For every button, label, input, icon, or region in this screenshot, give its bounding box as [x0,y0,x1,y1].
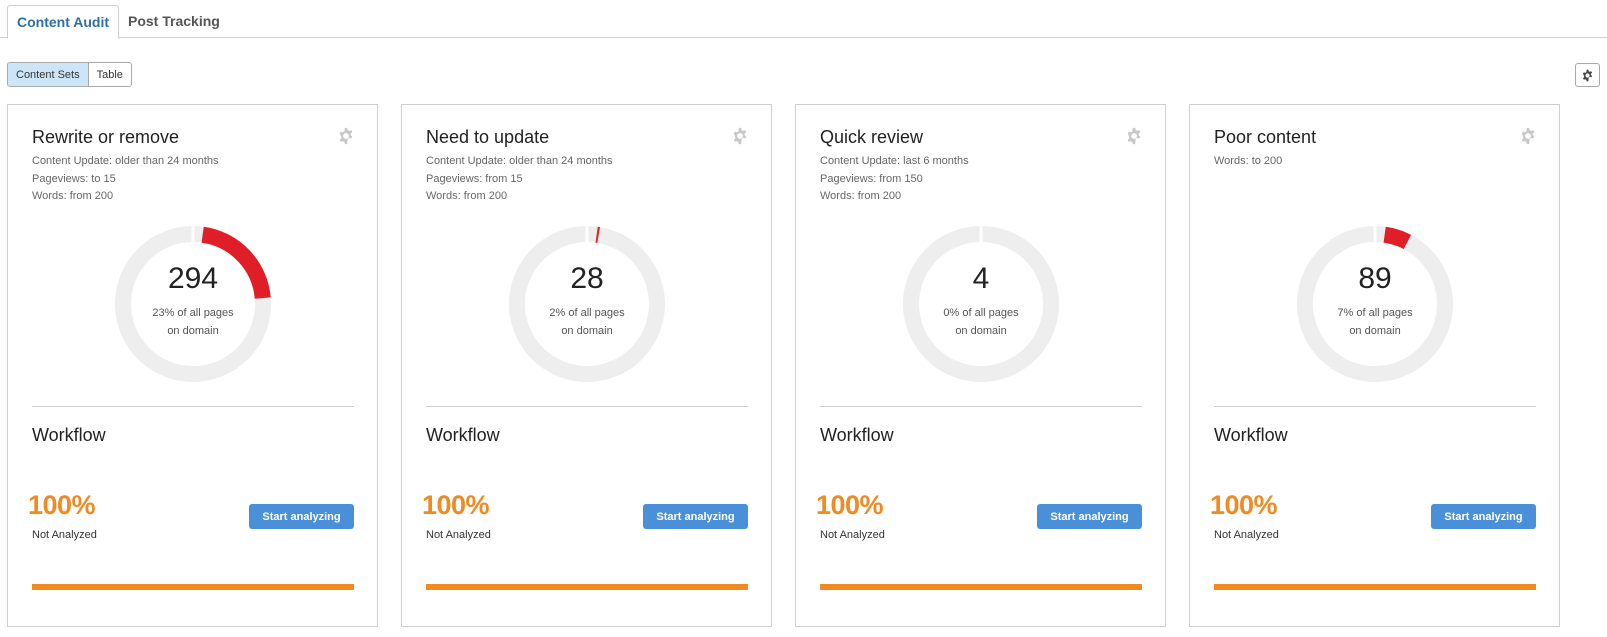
pages-share-label: 7% of all pages on domain [1297,304,1453,340]
gear-icon [1582,69,1593,81]
tab-post-tracking[interactable]: Post Tracking [119,5,229,38]
criteria-list: Content Update: older than 24 months Page… [426,153,613,206]
divider [1214,406,1536,407]
workflow-title: Workflow [32,425,106,445]
content-set-card-2: Quick review Content Update: last 6 mont… [795,104,1166,627]
pages-share-label: 0% of all pages on domain [903,304,1059,340]
workflow-progress-bar [426,584,748,590]
criteria-list: Content Update: last 6 months Pageviews: … [820,153,969,206]
workflow-status: Not Analyzed [1214,529,1279,541]
workflow-progress-bar [32,584,354,590]
view-toggle: Content Sets Table [7,62,132,87]
settings-button[interactable] [1575,63,1600,87]
share-donut-chart: 4 0% of all pages on domain [903,226,1059,382]
criteria-item: Pageviews: to 15 [32,172,116,185]
workflow-title: Workflow [426,425,500,445]
criteria-item: Words: to 200 [1214,155,1283,167]
start-analyzing-button[interactable]: Start analyzing [1037,504,1142,529]
workflow-title: Workflow [820,425,894,445]
share-donut-chart: 28 2% of all pages on domain [509,226,665,382]
pages-share-line: on domain [561,325,613,337]
criteria-item: Content Update: last 6 months [820,155,969,167]
workflow-percent: 100% [816,490,884,520]
gear-icon[interactable] [337,127,355,145]
criteria-item: Pageviews: from 15 [426,172,523,185]
criteria-item: Content Update: older than 24 months [426,155,613,167]
pages-count: 4 [972,262,990,295]
workflow-title: Workflow [1214,425,1288,445]
pages-share-line: on domain [1349,325,1401,337]
workflow-status: Not Analyzed [426,529,491,541]
criteria-item: Words: from 200 [32,190,114,202]
pages-share-line: 7% of all pages [1337,307,1413,319]
workflow-status: Not Analyzed [820,529,885,541]
divider [426,406,748,407]
criteria-list: Words: to 200 [1214,153,1282,171]
workflow-progress-bar [820,584,1142,590]
gear-icon[interactable] [1519,127,1537,145]
share-donut-chart: 89 7% of all pages on domain [1297,226,1453,382]
pages-count: 89 [1358,262,1392,295]
content-set-card-1: Need to update Content Update: older tha… [401,104,772,627]
pages-share-line: on domain [167,325,219,337]
tab-bar: Content Audit Post Tracking [0,0,1607,39]
workflow-status: Not Analyzed [32,529,97,541]
card-title: Need to update [426,127,550,147]
start-analyzing-button[interactable]: Start analyzing [1431,504,1536,529]
start-analyzing-button[interactable]: Start analyzing [643,504,748,529]
workflow-percent: 100% [422,490,490,520]
pages-count: 28 [570,262,604,295]
content-set-card-0: Rewrite or remove Content Update: older … [7,104,378,627]
workflow-progress-bar [1214,584,1536,590]
pages-share-label: 23% of all pages on domain [115,304,271,340]
criteria-item: Words: from 200 [426,190,508,202]
criteria-list: Content Update: older than 24 months Page… [32,153,219,206]
share-donut-chart: 294 23% of all pages on domain [115,226,271,382]
gear-icon[interactable] [731,127,749,145]
content-set-card-3: Poor content Words: to 200 89 7% of all … [1189,104,1560,627]
pages-share-line: 0% of all pages [943,307,1019,319]
content-sets-button[interactable]: Content Sets [8,63,89,86]
start-analyzing-button[interactable]: Start analyzing [249,504,354,529]
pages-count: 294 [167,262,219,295]
divider [820,406,1142,407]
pages-share-line: on domain [955,325,1007,337]
pages-share-label: 2% of all pages on domain [509,304,665,340]
card-title: Rewrite or remove [32,127,180,147]
donut-segment [1383,226,1412,250]
workflow-percent: 100% [1210,490,1278,520]
pages-share-line: 2% of all pages [549,307,625,319]
pages-share-line: 23% of all pages [152,307,234,319]
divider [32,406,354,407]
workflow-percent: 100% [28,490,96,520]
criteria-item: Pageviews: from 150 [820,172,923,185]
gear-icon[interactable] [1125,127,1143,145]
criteria-item: Words: from 200 [820,190,902,202]
card-title: Quick review [820,127,924,147]
tab-content-audit[interactable]: Content Audit [7,5,120,39]
table-button[interactable]: Table [88,63,131,86]
criteria-item: Content Update: older than 24 months [32,155,219,167]
card-title: Poor content [1214,127,1317,147]
